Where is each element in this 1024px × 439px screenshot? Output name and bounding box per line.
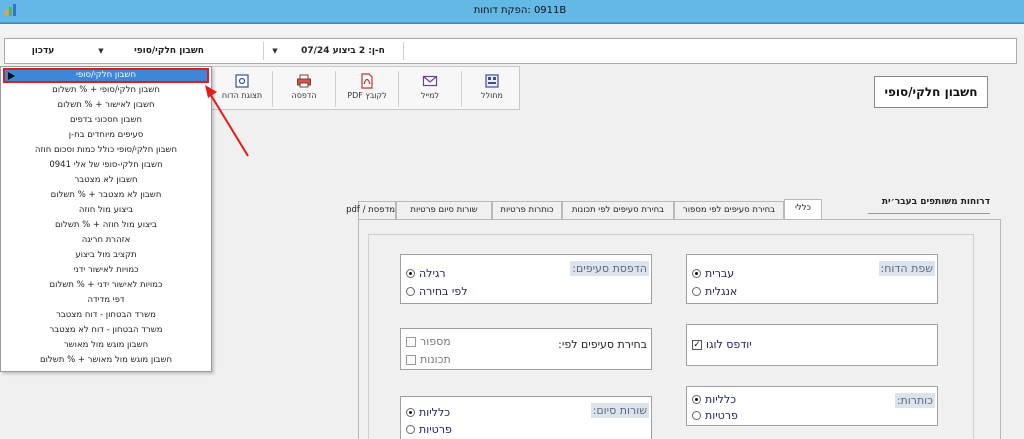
headers-label: כותרות: [894, 393, 935, 408]
printing-by-selection-radio[interactable] [406, 287, 415, 296]
dropdown-item[interactable]: כמויות לאישור ידני [3, 263, 209, 278]
language-english-radio[interactable] [692, 287, 701, 296]
logo-option[interactable]: יודפס לוגו [706, 338, 752, 352]
headers-general-option[interactable]: כלליות [705, 393, 736, 407]
tab-printer-pdf[interactable]: מדפסת / pdf [346, 201, 396, 219]
report-type-select[interactable]: חשבון חלקי/סופי [109, 39, 229, 63]
dropdown-item[interactable]: חשבון לאישור + % תשלום [3, 98, 209, 113]
update-button[interactable]: עדכון [17, 39, 69, 63]
dropdown-item[interactable]: דפי מדידה [3, 293, 209, 308]
filter-separator [403, 42, 404, 60]
language-label: שפת הדוח: [878, 261, 935, 276]
printing-regular-option[interactable]: רגילה [419, 267, 446, 281]
dropdown-item[interactable]: ביצוע מול חוזה + % תשלום [3, 218, 209, 233]
dropdown-item[interactable]: חשבון מוגש מול מאושר [3, 338, 209, 353]
generator-button[interactable]: מחולל [463, 69, 521, 109]
dropdown-item[interactable]: אזהרת חריגה [3, 233, 209, 248]
preview-icon [235, 74, 249, 88]
tab-private-footers[interactable]: שורות סיום פרטיות [396, 201, 492, 219]
preview-button[interactable]: תצוגת הדוח [213, 69, 271, 109]
dropdown-item[interactable]: חשבון חלקי-סופי של אלי 0941 [3, 158, 209, 173]
language-hebrew-radio[interactable] [692, 269, 701, 278]
printing-by-selection-option[interactable]: לפי בחירה [419, 285, 467, 299]
printing-label: הדפסת סעיפים: [570, 261, 649, 276]
selected-pointer-icon [8, 72, 15, 80]
headers-private-radio[interactable] [692, 411, 701, 420]
tab-general[interactable]: כללי [784, 199, 822, 219]
dropdown-item[interactable]: כמויות לאישור ידני + % תשלום [3, 278, 209, 293]
printer-icon [297, 74, 311, 88]
pdf-icon [361, 73, 373, 89]
tab-select-by-number[interactable]: בחירת סעיפים לפי מספור [674, 201, 784, 219]
selection-properties-option[interactable]: תכונות [420, 353, 451, 367]
selection-properties-checkbox[interactable] [406, 355, 416, 365]
selection-number-option[interactable]: מספור [420, 335, 451, 349]
settings-tabs: מדפסת / pdf שורות סיום פרטיות כותרות פרט… [346, 199, 989, 219]
period-select[interactable]: ח-ן: 2 ביצוע 07/24 [285, 39, 401, 63]
dropdown-item[interactable]: ביצוע מול חוזה [3, 203, 209, 218]
dropdown-item[interactable]: חשבון חלקי/סופי + % תשלום [3, 83, 209, 98]
tab-private-headers[interactable]: כותרות פרטיות [492, 201, 562, 219]
footer-label: שורות סיום: [590, 403, 649, 418]
print-label: הדפסה [291, 91, 317, 100]
footer-private-option[interactable]: פרטיות [419, 423, 452, 437]
dropdown-item[interactable]: חשבון חלקי/סופי [3, 68, 209, 83]
filter-bar: עדכון ▼ חשבון חלקי/סופי ▼ ח-ן: 2 ביצוע 0… [4, 38, 1017, 64]
email-label: למייל [420, 91, 440, 100]
print-button[interactable]: הדפסה [275, 69, 333, 109]
report-title: חשבון חלקי/סופי [874, 76, 988, 108]
headers-private-option[interactable]: פרטיות [705, 409, 738, 423]
toolbar-separator [335, 71, 336, 107]
printing-group: הדפסת סעיפים: רגילה לפי בחירה [400, 254, 652, 304]
dropdown-item[interactable]: חשבון מוגש מול מאושר + % תשלום [3, 353, 209, 368]
footer-group: שורות סיום: כלליות פרטיות [400, 396, 652, 439]
toolbar-separator [398, 71, 399, 107]
logo-checkbox[interactable]: ✓ [692, 340, 702, 350]
dropdown-item[interactable]: סעיפים מיוחדים בח-ן [3, 128, 209, 143]
mail-icon [422, 75, 438, 87]
dropdown-item[interactable]: תקציב מול ביצוע [3, 248, 209, 263]
language-english-option[interactable]: אנגלית [705, 285, 737, 299]
pdf-button[interactable]: PDF לקובץ [338, 69, 396, 109]
period-dropdown-arrow[interactable]: ▼ [269, 39, 281, 63]
dropdown-item[interactable]: משרד הבטחון - דוח מצטבר [3, 308, 209, 323]
filter-separator [263, 42, 264, 60]
footer-private-radio[interactable] [406, 425, 415, 434]
selection-label: בחירת סעיפים לפי: [558, 338, 647, 351]
printing-regular-radio[interactable] [406, 269, 415, 278]
headers-group: כותרות: כלליות פרטיות [686, 386, 938, 426]
toolbar-separator [461, 71, 462, 107]
footer-general-option[interactable]: כלליות [419, 406, 450, 420]
headers-general-radio[interactable] [692, 395, 701, 404]
tab-select-by-properties[interactable]: בחירת סעיפים לפי תכונות [562, 201, 674, 219]
language-hebrew-option[interactable]: עברית [705, 267, 734, 281]
report-toolbar: תצוגת הדוח הדפסה PDF לקובץ למייל מחולל [210, 66, 520, 110]
window-title: 0911B :הפקת דוחות [473, 5, 567, 16]
dropdown-item[interactable]: חשבון חלקי/סופי כולל כמות וסכום חוזה [3, 143, 209, 158]
selection-number-checkbox[interactable] [406, 337, 416, 347]
dropdown-item-label: חשבון חלקי/סופי [75, 70, 137, 80]
email-button[interactable]: למייל [401, 69, 459, 109]
language-group: שפת הדוח: עברית אנגלית [686, 254, 938, 304]
generator-label: מחולל [481, 91, 503, 100]
toolbar-separator [272, 71, 273, 107]
dropdown-item[interactable]: משרד הבטחון - דוח לא מצטבר [3, 323, 209, 338]
pdf-label: PDF לקובץ [347, 91, 387, 100]
title-bar: 0911B :הפקת דוחות [0, 0, 1024, 23]
logo-group: ✓ יודפס לוגו [686, 324, 938, 366]
report-type-dropdown-arrow[interactable]: ▼ [95, 39, 107, 63]
dropdown-item[interactable]: חשבון חסכוני בדפים [3, 113, 209, 128]
dropdown-item[interactable]: חשבון לא מצטבר + % תשלום [3, 188, 209, 203]
dropdown-item[interactable]: חשבון לא מצטבר [3, 173, 209, 188]
generator-icon [485, 74, 499, 88]
footer-general-radio[interactable] [406, 408, 415, 417]
report-type-dropdown-list: חשבון חלקי/סופי חשבון חלקי/סופי + % תשלום… [0, 66, 212, 372]
app-icon [5, 4, 16, 16]
top-strip [0, 24, 1024, 36]
selection-group: בחירת סעיפים לפי: מספור תכונות [400, 328, 652, 370]
preview-label: תצוגת הדוח [221, 91, 263, 100]
